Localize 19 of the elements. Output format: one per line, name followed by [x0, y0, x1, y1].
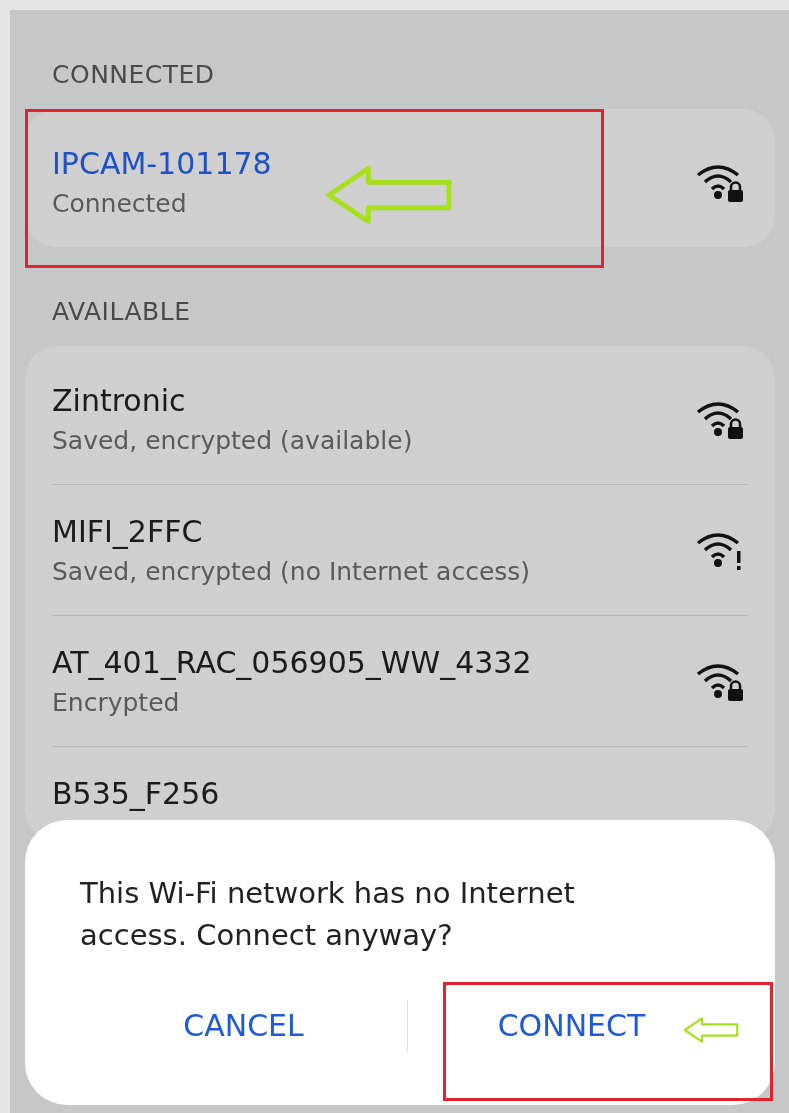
network-name: Zintronic [52, 383, 186, 418]
network-item[interactable]: Zintronic Saved, encrypted (available) [52, 346, 748, 485]
network-name: IPCAM-101178 [52, 146, 272, 181]
network-item[interactable]: MIFI_2FFC Saved, encrypted (no Internet access) [52, 485, 748, 616]
network-status: Saved, encrypted (no Internet access) [52, 557, 531, 586]
network-item[interactable]: IPCAM-101178 Connected [52, 109, 748, 247]
network-name: B535_F256 [52, 776, 220, 811]
section-header: CONNECTED [51, 60, 216, 89]
network-status: Encrypted [52, 688, 180, 717]
network-item[interactable]: AT_401_RAC_056905_WW_4332 Encrypted [52, 616, 748, 747]
network-status: Saved, encrypted (available) [52, 426, 413, 455]
arrow-drawing [683, 1015, 739, 1045]
cancel-button[interactable]: CANCEL [80, 994, 407, 1057]
connect-button[interactable]: CONNECT [408, 994, 735, 1057]
network-status: Connected [52, 189, 187, 218]
network-name: MIFI_2FFC [52, 514, 203, 549]
network-name: AT_401_RAC_056905_WW_4332 [52, 645, 532, 680]
dialog-message: This Wi-Fi network has no Internet access. Connect anyway? [80, 875, 576, 954]
section-header: AVAILABLE [51, 297, 192, 326]
